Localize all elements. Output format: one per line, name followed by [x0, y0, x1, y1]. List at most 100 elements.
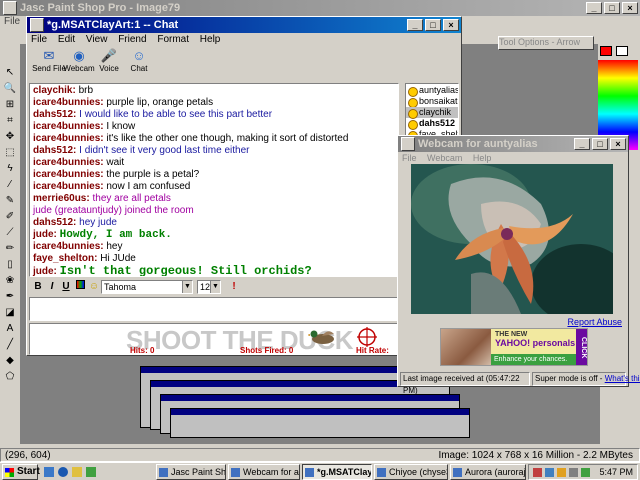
tray-icon[interactable]: [533, 468, 542, 477]
eraser-tool-icon[interactable]: ▯: [2, 258, 18, 272]
report-abuse-link[interactable]: Report Abuse: [567, 317, 622, 327]
desktop-icon[interactable]: [44, 467, 54, 477]
message-author[interactable]: dahs512:: [33, 109, 76, 120]
arrow-tool-icon[interactable]: ↖: [2, 66, 18, 80]
browser-icon[interactable]: [58, 467, 68, 477]
chat-title-bar[interactable]: *g.MSATClayArt:1 -- Chat _ □ ×: [27, 17, 461, 33]
member-list-item[interactable]: claychik: [406, 107, 458, 119]
whats-this-link[interactable]: What's this?: [605, 374, 640, 383]
message-author[interactable]: jude:: [33, 266, 57, 276]
clone-tool-icon[interactable]: ✐: [2, 210, 18, 224]
message-author[interactable]: icare4bunnies:: [33, 97, 104, 108]
menu-help[interactable]: Help: [200, 34, 221, 45]
alert-icon[interactable]: !: [227, 280, 241, 294]
folder-icon[interactable]: [72, 467, 82, 477]
zoom-tool-icon[interactable]: 🔍: [2, 82, 18, 96]
volume-icon[interactable]: [569, 468, 578, 477]
message-author[interactable]: claychik:: [33, 85, 76, 96]
task-chiyoe[interactable]: Chiyoe (chyse3...: [374, 464, 448, 480]
psp-title-bar[interactable]: Jasc Paint Shop Pro - Image79 _ □ ×: [0, 0, 640, 16]
menu-view[interactable]: View: [86, 34, 108, 45]
task-chat[interactable]: *g.MSATClay...: [302, 464, 372, 480]
background-swatch[interactable]: [616, 46, 628, 56]
message-author[interactable]: dahs512:: [33, 145, 76, 156]
close-button[interactable]: ×: [443, 19, 459, 31]
preset-shapes-icon[interactable]: ◆: [2, 354, 18, 368]
webcam-menu-file[interactable]: File: [402, 153, 417, 163]
network-icon[interactable]: [581, 468, 590, 477]
message-author[interactable]: faye_shelton:: [33, 253, 97, 264]
ad-click-button[interactable]: CLICK: [576, 329, 587, 365]
minimize-button[interactable]: _: [574, 138, 590, 150]
menu-friend[interactable]: Friend: [118, 34, 146, 45]
member-list-item[interactable]: auntyalias: [406, 85, 458, 97]
webcam-title-bar[interactable]: Webcam for auntyalias _ □ ×: [398, 136, 628, 152]
yahoo-personals-ad[interactable]: THE NEW YAHOO! personals Enhance your ch…: [440, 328, 588, 366]
chat-message-input[interactable]: [29, 297, 399, 321]
message-author[interactable]: jude:: [33, 229, 57, 240]
airbrush-tool-icon[interactable]: ✒: [2, 290, 18, 304]
menu-edit[interactable]: Edit: [58, 34, 75, 45]
menu-format[interactable]: Format: [157, 34, 189, 45]
crop-tool-icon[interactable]: ⌗: [2, 114, 18, 128]
start-button[interactable]: Start: [2, 464, 40, 480]
paintbrush-tool-icon[interactable]: ✎: [2, 194, 18, 208]
tray-icon[interactable]: [545, 468, 554, 477]
foreground-swatch[interactable]: [600, 46, 612, 56]
psp-menu-file[interactable]: File: [4, 16, 20, 27]
message-author[interactable]: dahs512:: [33, 217, 76, 228]
bold-button[interactable]: B: [31, 280, 45, 294]
vector-object-icon[interactable]: ⬠: [2, 370, 18, 384]
emoticon-icon[interactable]: ☺: [87, 280, 101, 294]
maximize-button[interactable]: □: [604, 2, 620, 14]
member-list-item[interactable]: bonsaikathy: [406, 96, 458, 108]
flood-fill-icon[interactable]: ◪: [2, 306, 18, 320]
message-author[interactable]: icare4bunnies:: [33, 157, 104, 168]
task-paint-shop[interactable]: Jasc Paint Shop ...: [156, 464, 226, 480]
message-author[interactable]: icare4bunnies:: [33, 181, 104, 192]
chat-button[interactable]: ☺ Chat: [121, 47, 157, 81]
minimize-button[interactable]: _: [586, 2, 602, 14]
selection-tool-icon[interactable]: ⬚: [2, 146, 18, 160]
move-tool-icon[interactable]: ✥: [2, 130, 18, 144]
text-tool-icon[interactable]: A: [2, 322, 18, 336]
chat-message-log[interactable]: claychik: brb icare4bunnies: purple lip, …: [29, 83, 399, 277]
color-replacer-icon[interactable]: ⟋: [2, 226, 18, 240]
message-author[interactable]: icare4bunnies:: [33, 169, 104, 180]
messenger-tray-icon[interactable]: [557, 468, 566, 477]
menu-file[interactable]: File: [31, 34, 47, 45]
message-author[interactable]: icare4bunnies:: [33, 241, 104, 252]
dropper-tool-icon[interactable]: ⁄: [2, 178, 18, 192]
message-text: it's like the other one though, making i…: [106, 133, 349, 144]
app-icon[interactable]: [86, 467, 96, 477]
webcam-menu-webcam[interactable]: Webcam: [427, 153, 462, 163]
underline-button[interactable]: U: [59, 280, 73, 294]
minimize-button[interactable]: _: [407, 19, 423, 31]
message-author[interactable]: merrie60us:: [33, 193, 90, 204]
close-button[interactable]: ×: [610, 138, 626, 150]
webcam-menu-help[interactable]: Help: [473, 153, 492, 163]
retouch-tool-icon[interactable]: ✏: [2, 242, 18, 256]
freehand-tool-icon[interactable]: ϟ: [2, 162, 18, 176]
chat-message: icare4bunnies: I know: [33, 121, 395, 133]
deform-tool-icon[interactable]: ⊞: [2, 98, 18, 112]
webcam-label: Webcam: [63, 64, 95, 73]
message-author[interactable]: icare4bunnies:: [33, 133, 104, 144]
picture-tube-icon[interactable]: ❀: [2, 274, 18, 288]
member-list-item[interactable]: dahs512: [406, 118, 458, 130]
maximize-button[interactable]: □: [425, 19, 441, 31]
game-ad-banner[interactable]: SHOOT THE DUCK Hits: 0 Shots Fired: 0 Hi…: [29, 323, 399, 355]
maximize-button[interactable]: □: [592, 138, 608, 150]
italic-button[interactable]: I: [45, 280, 59, 294]
font-select[interactable]: Tahoma ▼: [101, 280, 193, 294]
task-webcam[interactable]: Webcam for aun...: [228, 464, 300, 480]
message-author[interactable]: icare4bunnies:: [33, 121, 104, 132]
chat-message: icare4bunnies: now I am confused: [33, 181, 395, 193]
draw-tool-icon[interactable]: ╱: [2, 338, 18, 352]
font-color-icon[interactable]: [73, 280, 87, 294]
close-button[interactable]: ×: [622, 2, 638, 14]
tool-options-panel[interactable]: Tool Options - Arrow: [498, 36, 594, 50]
message-text: I know: [106, 121, 136, 132]
task-aurora[interactable]: Aurora (aurorajv)...: [450, 464, 526, 480]
font-size-select[interactable]: 12 ▼: [197, 280, 221, 294]
